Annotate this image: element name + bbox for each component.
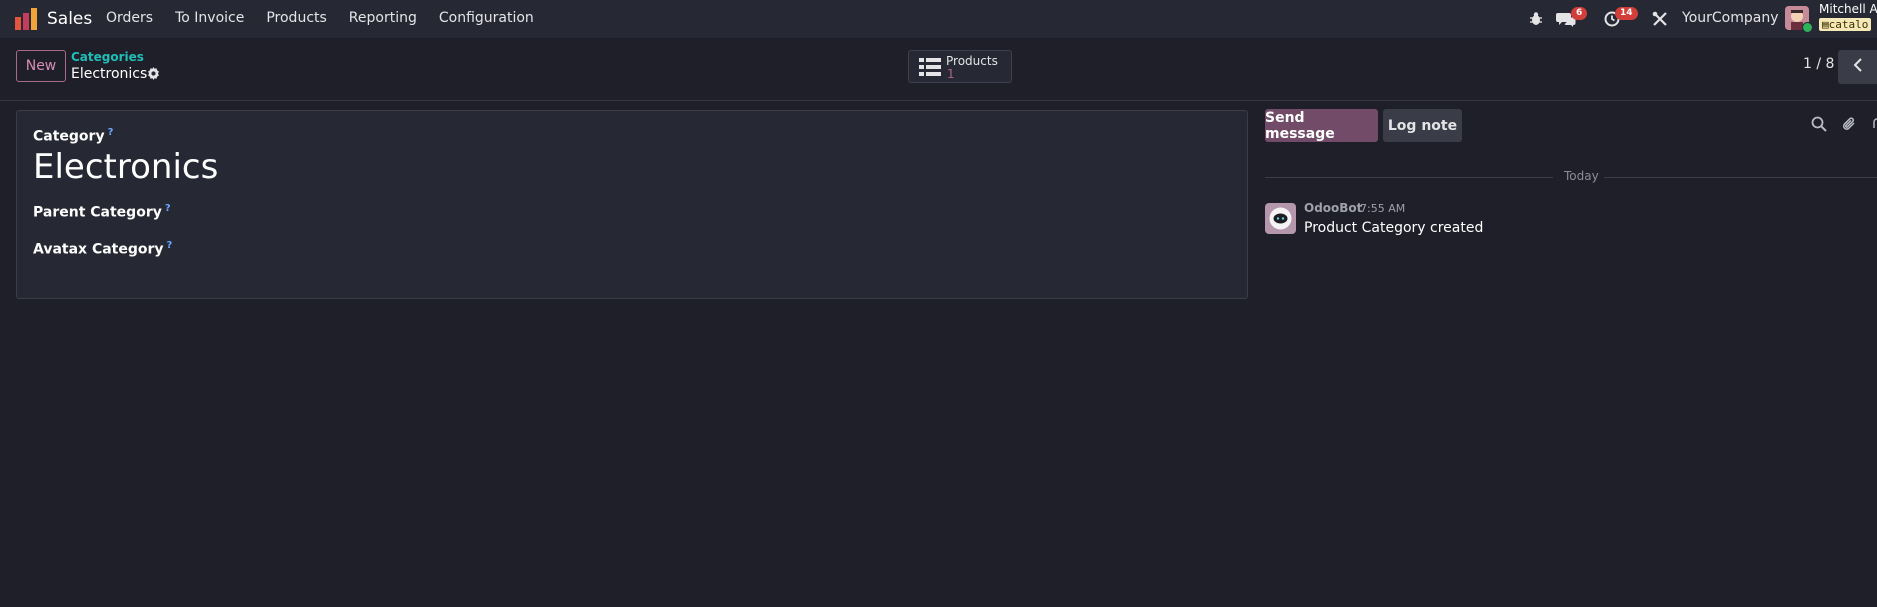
parent-category-label: Parent Category? [33,203,171,221]
products-smart-button[interactable]: Products 1 [908,50,1012,83]
company-switcher[interactable]: YourCompany [1682,10,1779,26]
date-separator: Today [1564,169,1599,183]
database-name: catalo [1828,18,1869,31]
follow-icon[interactable] [1871,116,1877,136]
new-button[interactable]: New [16,50,66,82]
menu-products[interactable]: Products [266,10,326,26]
menu-orders[interactable]: Orders [106,10,153,26]
breadcrumb-categories[interactable]: Categories [71,50,144,64]
send-message-button[interactable]: Send message [1265,109,1378,142]
message-author[interactable]: OdooBot [1304,201,1362,215]
form-sheet: Category? Electronics Parent Category? A… [16,110,1248,299]
category-help-tooltip[interactable]: ? [108,127,114,138]
chevron-left-icon [1853,58,1863,76]
category-name-field[interactable]: Electronics [33,147,218,187]
main-menu: Orders To Invoice Products Reporting Con… [106,10,556,26]
messages-badge: 6 [1571,7,1588,20]
smart-button-count: 1 [947,67,955,81]
avatax-category-input[interactable] [187,236,687,260]
list-icon [919,58,941,80]
top-navbar: Sales Orders To Invoice Products Reporti… [0,0,1877,38]
pager-previous-button[interactable] [1838,50,1877,84]
bug-icon[interactable] [1529,9,1543,29]
parent-category-input[interactable] [187,199,687,223]
gear-icon[interactable] [147,67,160,84]
avatax-category-label-text: Avatax Category [33,241,164,258]
tools-icon[interactable] [1652,9,1668,29]
breadcrumb-current: Electronics [71,66,148,82]
log-note-button[interactable]: Log note [1383,109,1462,142]
activities-badge: 14 [1615,7,1638,20]
control-panel: New Categories Electronics Products 1 1 … [0,38,1877,101]
category-label-text: Category [33,128,105,145]
menu-reporting[interactable]: Reporting [349,10,417,26]
menu-configuration[interactable]: Configuration [439,10,534,26]
database-icon: ▤ [1822,18,1829,31]
database-tag: ▤catalo [1819,18,1872,31]
paperclip-icon[interactable] [1841,116,1857,136]
date-separator-line-left [1265,177,1553,178]
menu-to-invoice[interactable]: To Invoice [175,10,244,26]
parent-category-help-tooltip[interactable]: ? [165,203,171,214]
pager-value[interactable]: 1 / 8 [1803,56,1834,72]
smart-button-label: Products [946,54,998,68]
odoobot-avatar [1265,203,1296,234]
parent-category-label-text: Parent Category [33,204,162,221]
avatax-category-help-tooltip[interactable]: ? [167,240,173,251]
message-body: Product Category created [1304,220,1484,236]
date-separator-line-right [1604,177,1877,178]
avatax-category-label: Avatax Category? [33,240,172,258]
sales-app-icon[interactable] [14,8,38,30]
message-time: 7:55 AM [1360,202,1406,215]
user-name[interactable]: Mitchell Ad [1819,2,1877,16]
search-icon[interactable] [1811,116,1827,136]
category-label: Category? [33,127,113,145]
online-status-dot [1802,22,1813,33]
app-name[interactable]: Sales [47,9,92,29]
